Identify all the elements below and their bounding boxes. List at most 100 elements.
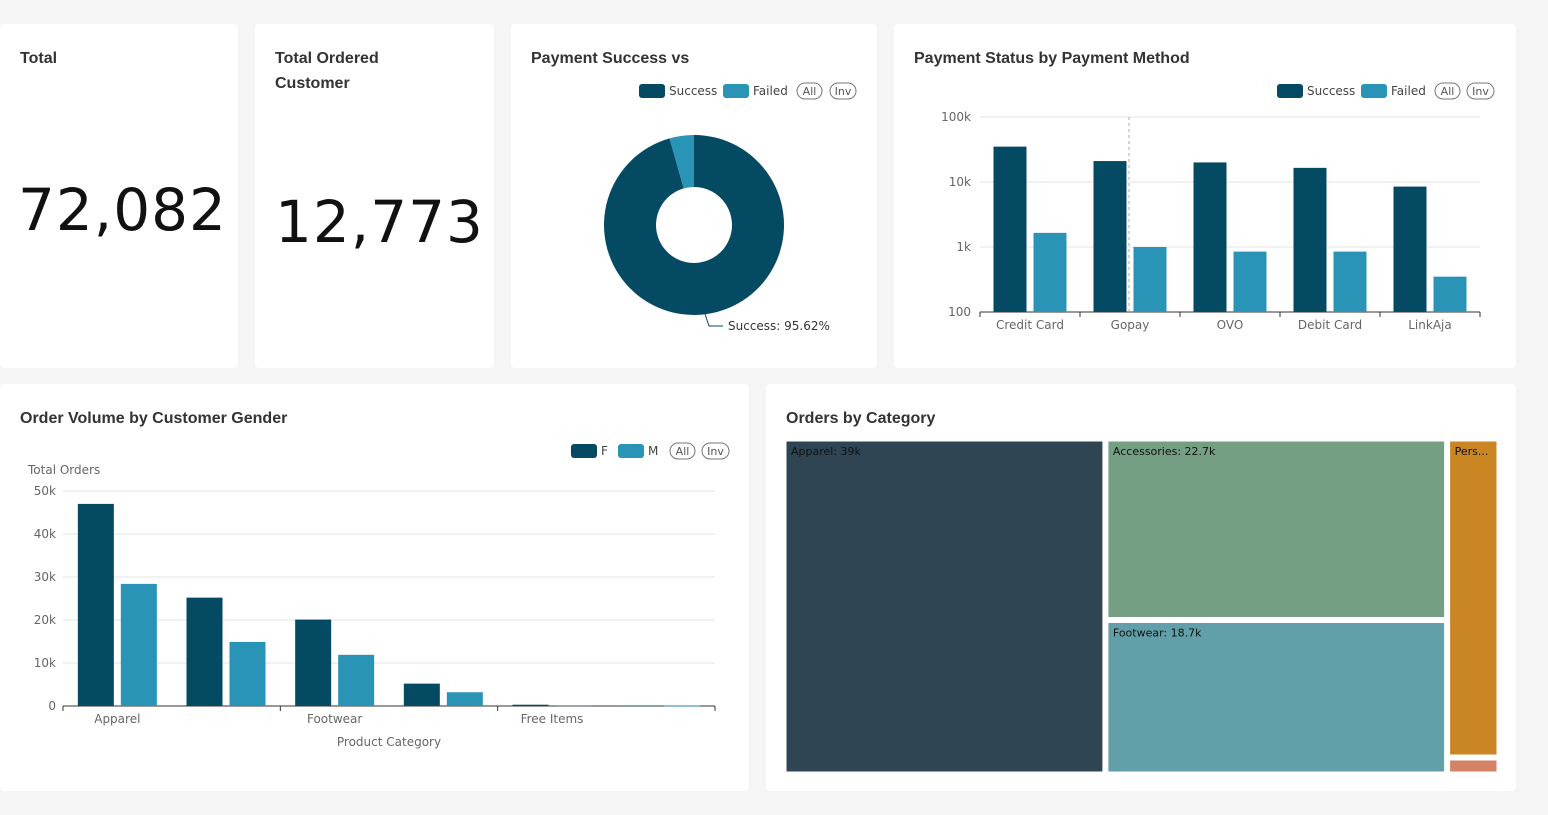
treemap-cell-free-items[interactable] <box>1449 759 1498 773</box>
bar-f-personal-care[interactable] <box>403 683 440 706</box>
bar-failed-gopay[interactable] <box>1133 247 1167 312</box>
kpi-customers-value: 12,773 <box>275 188 484 256</box>
y-tick-label: 100k <box>941 110 971 124</box>
bar-f-footwear[interactable] <box>295 619 332 706</box>
legend-all-label[interactable]: All <box>803 85 817 98</box>
gender-orders-x-axis: Apparel Footwear Free Items <box>62 706 716 726</box>
legend-all-button[interactable]: All <box>1434 82 1461 100</box>
payment-success-card: Payment Success vs Success Failed All In… <box>511 24 877 368</box>
legend-label-success[interactable]: Success <box>669 84 717 98</box>
bar-f-apparel[interactable] <box>77 503 114 706</box>
x-tick-label: Apparel <box>94 712 140 726</box>
bar-success-credit-card[interactable] <box>993 146 1027 312</box>
x-tick-label: OVO <box>1217 318 1244 332</box>
bar-success-debit-card[interactable] <box>1293 167 1327 312</box>
orders-category-card: Orders by Category Apparel: 39k Accessori… <box>766 384 1516 791</box>
gender-orders-chart: F M All Inv Total Orders Product Categor… <box>27 442 730 749</box>
y-tick-label: 20k <box>34 613 56 627</box>
legend-inv-button[interactable]: Inv <box>1466 82 1495 100</box>
legend-swatch-failed[interactable] <box>1361 84 1387 98</box>
legend-swatch-success[interactable] <box>639 84 665 98</box>
y-tick-label: 100 <box>948 305 971 319</box>
legend-swatch-failed[interactable] <box>723 84 749 98</box>
y-tick-label: 1k <box>956 240 971 254</box>
legend-swatch-male[interactable] <box>618 444 644 458</box>
treemap-label-personal-care: Pers... <box>1455 445 1489 458</box>
payment-status-legend: Success Failed All Inv <box>1277 82 1495 100</box>
legend-label-success[interactable]: Success <box>1307 84 1355 98</box>
bar-m-other[interactable] <box>664 705 701 707</box>
kpi-total-title: Total <box>20 50 58 67</box>
kpi-customers-card: Total Ordered Customer 12,773 <box>255 24 494 368</box>
treemap-label-accessories: Accessories: 22.7k <box>1113 445 1216 458</box>
treemap-cell-apparel[interactable] <box>785 440 1104 773</box>
legend-label-failed[interactable]: Failed <box>753 84 788 98</box>
bar-failed-linkaja[interactable] <box>1433 276 1467 312</box>
treemap-cells: Apparel: 39k Accessories: 22.7k Footwear: … <box>785 440 1498 773</box>
legend-all-label[interactable]: All <box>1441 85 1455 98</box>
x-tick-label: Gopay <box>1111 318 1150 332</box>
legend-label-female[interactable]: F <box>601 444 608 458</box>
bar-m-accessories[interactable] <box>229 641 266 706</box>
x-tick-label: Debit Card <box>1298 318 1362 332</box>
legend-swatch-female[interactable] <box>571 444 597 458</box>
bar-failed-ovo[interactable] <box>1233 251 1267 312</box>
treemap-cell-footwear[interactable] <box>1107 621 1446 773</box>
bar-success-gopay[interactable] <box>1093 161 1127 312</box>
bar-m-apparel[interactable] <box>120 583 157 706</box>
y-tick-label: 40k <box>34 527 56 541</box>
y-tick-label: 50k <box>34 484 56 498</box>
bar-f-free-items[interactable] <box>512 704 549 706</box>
gender-orders-card: Order Volume by Customer Gender F M All … <box>0 384 749 791</box>
treemap-cell-personal-care[interactable] <box>1449 440 1498 756</box>
donut-label-line <box>704 313 723 327</box>
y-tick-label: 10k <box>949 175 971 189</box>
legend-inv-label[interactable]: Inv <box>1472 85 1489 98</box>
legend-all-button[interactable]: All <box>796 82 823 100</box>
bar-f-other[interactable] <box>621 705 658 707</box>
kpi-customers-title: Total Ordered Customer <box>275 46 379 96</box>
gender-orders-legend: F M All Inv <box>571 442 730 460</box>
legend-inv-label[interactable]: Inv <box>707 445 724 458</box>
donut-slices <box>604 135 784 316</box>
legend-all-label[interactable]: All <box>676 445 690 458</box>
x-axis-title: Product Category <box>337 735 441 749</box>
bar-failed-debit-card[interactable] <box>1333 251 1367 312</box>
treemap-label-footwear: Footwear: 18.7k <box>1113 626 1202 639</box>
x-tick-label: LinkAja <box>1408 318 1451 332</box>
kpi-total-card: Total 72,082 <box>0 24 238 368</box>
y-tick-label: 10k <box>34 656 56 670</box>
legend-label-failed[interactable]: Failed <box>1391 84 1426 98</box>
bar-m-free-items[interactable] <box>555 705 592 707</box>
legend-swatch-success[interactable] <box>1277 84 1303 98</box>
legend-inv-label[interactable]: Inv <box>835 85 852 98</box>
legend-inv-button[interactable]: Inv <box>829 82 857 100</box>
payment-status-chart: Success Failed All Inv 100 1k 10k 100k Cred… <box>941 82 1495 332</box>
y-tick-label: 30k <box>34 570 56 584</box>
legend-label-male[interactable]: M <box>648 444 658 458</box>
kpi-customers-title-line2: Customer <box>275 75 350 92</box>
payment-success-legend: Success Failed All Inv <box>639 82 857 100</box>
bar-success-ovo[interactable] <box>1193 162 1227 312</box>
payment-success-chart: Success Failed All Inv Success: 95.62% <box>604 82 857 333</box>
x-tick-label: Free Items <box>521 712 584 726</box>
payment-status-x-axis: Credit Card Gopay OVO Debit Card LinkAja <box>979 312 1481 332</box>
payment-status-card: Payment Status by Payment Method Success… <box>894 24 1516 368</box>
x-tick-label: Credit Card <box>996 318 1064 332</box>
donut-label-success: Success: 95.62% <box>728 319 830 333</box>
treemap-cell-accessories[interactable] <box>1107 440 1446 618</box>
bar-m-personal-care[interactable] <box>446 692 483 706</box>
kpi-total-value: 72,082 <box>18 176 227 244</box>
x-tick-label: Footwear <box>307 712 362 726</box>
bar-f-accessories[interactable] <box>186 597 223 706</box>
legend-all-button[interactable]: All <box>669 442 696 460</box>
payment-status-bars <box>993 146 1467 312</box>
y-axis-title: Total Orders <box>27 463 100 477</box>
legend-inv-button[interactable]: Inv <box>701 442 730 460</box>
bar-success-linkaja[interactable] <box>1393 186 1427 312</box>
treemap-label-apparel: Apparel: 39k <box>791 445 862 458</box>
bar-m-footwear[interactable] <box>338 654 375 706</box>
bar-failed-credit-card[interactable] <box>1033 232 1067 312</box>
y-tick-label: 0 <box>48 699 56 713</box>
kpi-customers-title-line1: Total Ordered <box>275 50 379 67</box>
